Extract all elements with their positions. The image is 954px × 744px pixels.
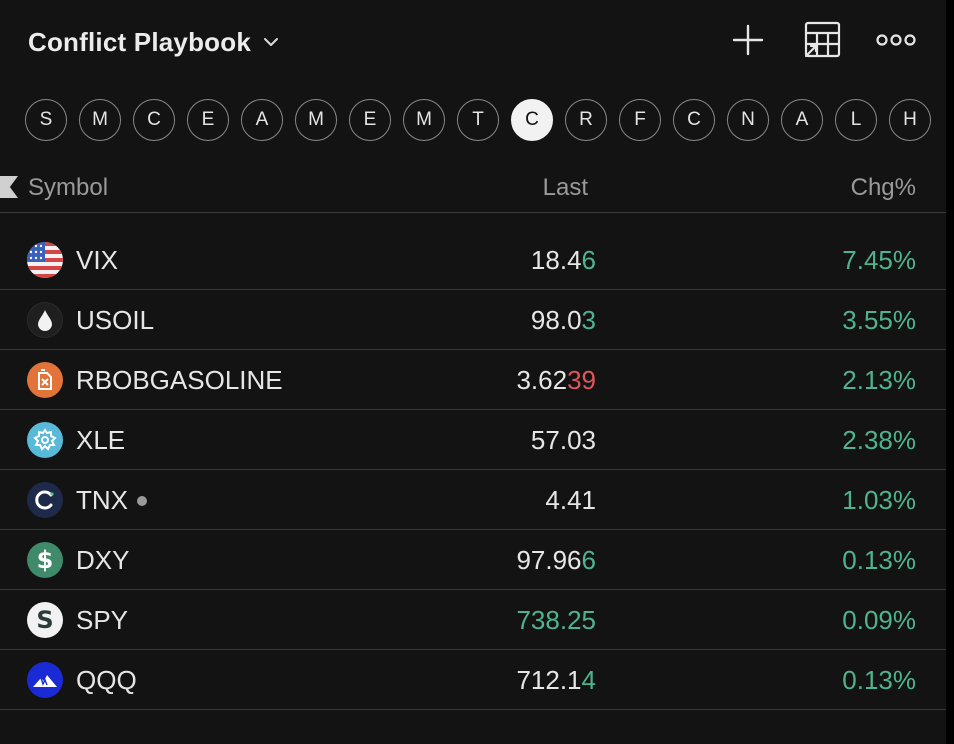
last-price: 97.966 (516, 545, 596, 575)
change-pct: 7.45% (842, 245, 916, 275)
column-header: Symbol Last Chg% (0, 166, 946, 213)
symbol-row[interactable]: S SPY 738.25 0.09% (0, 590, 946, 650)
column-symbol[interactable]: Symbol (28, 174, 108, 202)
last-price: 3.6239 (516, 365, 596, 395)
watchlist-panel: Conflict Playbook SMCEAMEMTCRFCNALH Symb… (0, 0, 946, 744)
filter-chip[interactable]: C (673, 99, 715, 141)
change-pct: 0.09% (842, 605, 916, 635)
filter-chip[interactable]: M (79, 99, 121, 141)
filter-chip-bar[interactable]: SMCEAMEMTCRFCNALH (25, 99, 946, 143)
symbol-list: VIX 18.46 7.45% USOIL 98.03 3.55% RBOBGA… (0, 230, 946, 710)
filter-chip[interactable]: A (241, 99, 283, 141)
change-pct: 0.13% (842, 665, 916, 695)
symbol-name: DXY (76, 545, 130, 575)
filter-chip[interactable]: M (295, 99, 337, 141)
column-change-pct[interactable]: Chg% (851, 174, 916, 202)
spdr-s-icon: S (27, 602, 63, 638)
symbol-row[interactable]: QQQ 712.14 0.13% (0, 650, 946, 710)
filter-chip[interactable]: H (889, 99, 931, 141)
collapse-flag-icon[interactable] (0, 176, 18, 198)
last-price: 738.25 (516, 605, 596, 635)
invesco-mountain-icon (27, 662, 63, 698)
watchlist-header[interactable]: Conflict Playbook (28, 22, 279, 62)
last-price: 4.41 (545, 485, 596, 515)
filter-chip[interactable]: M (403, 99, 445, 141)
filter-chip[interactable]: S (25, 99, 67, 141)
gear-badge-icon (27, 422, 63, 458)
symbol-row[interactable]: TNX 4.41 1.03% (0, 470, 946, 530)
filter-chip[interactable]: T (457, 99, 499, 141)
us-flag-icon (27, 242, 63, 278)
filter-chip[interactable]: E (349, 99, 391, 141)
change-pct: 3.55% (842, 305, 916, 335)
symbol-row[interactable]: VIX 18.46 7.45% (0, 230, 946, 290)
symbol-row[interactable]: XLE 57.03 2.38% (0, 410, 946, 470)
filter-chip[interactable]: F (619, 99, 661, 141)
toolbar (728, 20, 916, 60)
last-price: 712.14 (516, 665, 596, 695)
column-last[interactable]: Last (543, 174, 588, 202)
filter-chip[interactable]: C (511, 99, 553, 141)
filter-chip[interactable]: L (835, 99, 877, 141)
change-pct: 2.38% (842, 425, 916, 455)
symbol-row[interactable]: USOIL 98.03 3.55% (0, 290, 946, 350)
symbol-name: USOIL (76, 305, 155, 335)
symbol-name: SPY (76, 605, 129, 635)
change-pct: 2.13% (842, 365, 916, 395)
filter-chip[interactable]: N (727, 99, 769, 141)
dollar-icon: $ (27, 542, 63, 578)
fuel-can-icon (27, 362, 63, 398)
filter-chip[interactable]: C (133, 99, 175, 141)
symbol-name: XLE (76, 425, 126, 455)
chevron-down-icon[interactable] (263, 34, 279, 52)
status-dot (137, 495, 147, 506)
change-pct: 1.03% (842, 485, 916, 515)
watchlist-title[interactable]: Conflict Playbook (28, 27, 251, 58)
oil-drop-icon (27, 302, 63, 338)
cboe-c-icon (27, 482, 63, 518)
symbol-name: RBOBGASOLINE (76, 365, 283, 395)
filter-chip[interactable]: E (187, 99, 229, 141)
symbol-name: QQQ (76, 665, 137, 695)
more-icon[interactable] (876, 20, 916, 60)
last-price: 18.46 (530, 245, 596, 275)
symbol-name: TNX (76, 485, 147, 516)
filter-chip[interactable]: A (781, 99, 823, 141)
change-pct: 0.13% (842, 545, 916, 575)
plus-icon[interactable] (728, 20, 768, 60)
window-edge (946, 0, 954, 744)
symbol-name: VIX (76, 245, 118, 275)
table-layout-icon[interactable] (802, 20, 842, 60)
symbol-row[interactable]: RBOBGASOLINE 3.6239 2.13% (0, 350, 946, 410)
last-price: 57.03 (530, 425, 596, 455)
filter-chip[interactable]: R (565, 99, 607, 141)
symbol-row[interactable]: $ DXY 97.966 0.13% (0, 530, 946, 590)
last-price: 98.03 (530, 305, 596, 335)
